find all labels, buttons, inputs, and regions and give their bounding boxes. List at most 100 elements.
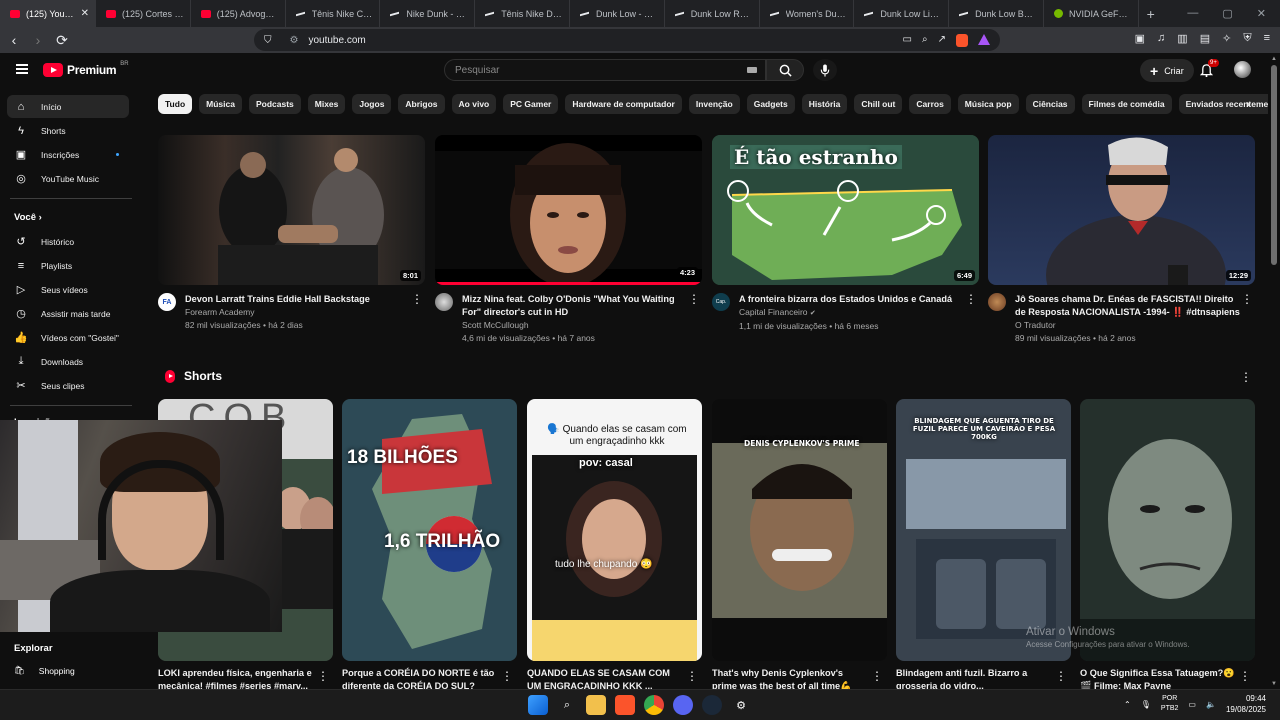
- minimize-icon[interactable]: —: [1187, 7, 1198, 20]
- settings-icon[interactable]: ⚙: [731, 695, 751, 715]
- new-tab-icon[interactable]: +: [1139, 6, 1163, 22]
- browser-tab[interactable]: Dunk Low Retro: [665, 0, 760, 27]
- filter-chip[interactable]: Ao vivo: [451, 94, 497, 114]
- cast-icon[interactable]: ▭: [903, 34, 912, 47]
- browser-tab[interactable]: (125) Cortes do Flow: [96, 0, 191, 27]
- sidebar-item-like[interactable]: 👍 Vídeos com "Gostei": [7, 326, 129, 349]
- vpn-icon[interactable]: ⛨: [1243, 32, 1251, 45]
- create-button[interactable]: + Criar: [1140, 59, 1194, 82]
- site-info-icon[interactable]: ⚙: [290, 35, 299, 46]
- filter-chip[interactable]: Filmes de comédia: [1081, 94, 1172, 114]
- system-clock[interactable]: 09:44 19/08/2025: [1226, 693, 1266, 715]
- search-box[interactable]: [444, 59, 766, 81]
- scroll-down-icon[interactable]: ▼: [1271, 681, 1277, 687]
- forward-icon[interactable]: ›: [28, 32, 48, 48]
- url-text[interactable]: youtube.com: [308, 35, 365, 46]
- filter-chip[interactable]: Podcasts: [248, 94, 301, 114]
- filter-chip[interactable]: Carros: [909, 94, 951, 114]
- back-icon[interactable]: ‹: [4, 32, 24, 48]
- short-thumbnail[interactable]: 18 BILHÕES 1,6 TRILHÃO: [342, 399, 517, 661]
- file-explorer-icon[interactable]: [586, 695, 606, 715]
- filter-chip[interactable]: Invenção: [688, 94, 740, 114]
- more-actions-icon[interactable]: ⋮: [965, 293, 977, 305]
- browser-tab[interactable]: Dunk Low Light S: [854, 0, 950, 27]
- browser-tab[interactable]: Dunk Low - Nike: [570, 0, 665, 27]
- you-section-heading[interactable]: Você ›: [14, 212, 42, 223]
- sidebar-item-playlists[interactable]: ≡ Playlists: [7, 254, 129, 277]
- browser-tab[interactable]: NVIDIA GeForce: [1044, 0, 1139, 27]
- search-input[interactable]: [455, 64, 735, 76]
- short-thumbnail[interactable]: DENIS CYPLENKOV'S PRIME: [712, 399, 887, 661]
- filter-chip[interactable]: PC Gamer: [503, 94, 559, 114]
- channel-name[interactable]: O Tradutor: [1015, 319, 1240, 332]
- short-card[interactable]: 18 BILHÕES 1,6 TRILHÃO Porque a CORÉIA D…: [342, 399, 517, 693]
- reload-icon[interactable]: ⟳: [52, 32, 72, 49]
- sidebar-item-music[interactable]: ◎ YouTube Music: [7, 167, 129, 190]
- video-card[interactable]: 8:01 FA Devon Larratt Trains Eddie Hall …: [158, 135, 425, 332]
- sidebar-item-your-videos[interactable]: ▷ Seus vídeos: [7, 278, 129, 301]
- channel-avatar[interactable]: FA: [158, 293, 176, 311]
- video-title[interactable]: A fronteira bizarra dos Estados Unidos e…: [739, 293, 964, 306]
- scrollbar-thumb[interactable]: [1271, 65, 1277, 265]
- bookmark-icon[interactable]: ⛉: [264, 35, 272, 46]
- filter-chip[interactable]: Enviados recentemente: [1178, 94, 1280, 114]
- more-actions-icon[interactable]: ⋮: [411, 293, 423, 305]
- menu-icon[interactable]: ≡: [1264, 32, 1270, 45]
- filter-chip[interactable]: Ciências: [1025, 94, 1075, 114]
- filter-chip[interactable]: Tudo: [158, 94, 193, 114]
- channel-name[interactable]: Scott McCullough: [462, 319, 687, 332]
- sidebar-item-clips[interactable]: ✂ Seus clipes: [7, 374, 129, 397]
- browser-tab[interactable]: (125) Advogado comenta: [191, 0, 286, 27]
- sidebar-item-shopping[interactable]: 🛍 Shopping: [14, 665, 75, 676]
- browser-tab[interactable]: (125) YouTube ✕: [0, 0, 96, 27]
- close-tab-icon[interactable]: ✕: [81, 8, 89, 19]
- video-card[interactable]: 12:29 Jô Soares chama Dr. Enéas de FASCI…: [988, 135, 1255, 345]
- more-actions-icon[interactable]: ⋮: [686, 669, 698, 683]
- close-window-icon[interactable]: ✕: [1257, 7, 1266, 20]
- hamburger-menu-icon[interactable]: [16, 64, 28, 74]
- video-card[interactable]: 4:23 Mizz Nina feat. Colby O'Donis "What…: [435, 135, 702, 345]
- short-thumbnail[interactable]: 🗣️ Quando elas se casam com um engraçadi…: [527, 399, 702, 661]
- wallet-icon[interactable]: ▤: [1200, 32, 1210, 45]
- browser-tab[interactable]: Nike Dunk - Prod: [380, 0, 476, 27]
- filter-chip[interactable]: Música pop: [957, 94, 1019, 114]
- channel-avatar[interactable]: Cap.: [712, 293, 730, 311]
- channel-name[interactable]: Capital Financeiro ✔: [739, 306, 964, 320]
- ai-icon[interactable]: ✧: [1222, 32, 1231, 45]
- video-title[interactable]: Devon Larratt Trains Eddie Hall Backstag…: [185, 293, 410, 306]
- language-indicator[interactable]: POR PTB2: [1161, 694, 1179, 714]
- browser-tab[interactable]: Dunk Low Baroq: [949, 0, 1044, 27]
- shorts-more-icon[interactable]: ⋮: [1240, 370, 1252, 384]
- sidebar-item-history[interactable]: ↺ Histórico: [7, 230, 129, 253]
- more-actions-icon[interactable]: ⋮: [1055, 669, 1067, 683]
- address-bar[interactable]: ⛉ ⚙ youtube.com ▭ ⌕ ↗: [254, 29, 1000, 51]
- more-actions-icon[interactable]: ⋮: [1239, 669, 1251, 683]
- media-icon[interactable]: ♫: [1157, 32, 1165, 45]
- account-avatar[interactable]: [1234, 61, 1251, 78]
- screenshot-icon[interactable]: ▣: [1135, 32, 1145, 45]
- more-actions-icon[interactable]: ⋮: [871, 669, 883, 683]
- chip-next-icon[interactable]: ›: [1246, 97, 1250, 111]
- short-card[interactable]: 🗣️ Quando elas se casam com um engraçadi…: [527, 399, 702, 693]
- maximize-icon[interactable]: ▢: [1222, 7, 1232, 20]
- channel-name[interactable]: Forearm Academy: [185, 306, 410, 319]
- video-title[interactable]: Jô Soares chama Dr. Enéas de FASCISTA!! …: [1015, 293, 1240, 319]
- sidebar-icon[interactable]: ▥: [1177, 32, 1187, 45]
- filter-chip[interactable]: História: [801, 94, 848, 114]
- filter-chip[interactable]: Abrigos: [398, 94, 445, 114]
- chrome-icon[interactable]: [644, 695, 664, 715]
- sidebar-item-home[interactable]: ⌂ Início: [7, 95, 129, 118]
- keyboard-icon[interactable]: [747, 67, 757, 73]
- sidebar-item-shorts[interactable]: ϟ Shorts: [7, 119, 129, 142]
- filter-chip[interactable]: Música: [199, 94, 242, 114]
- sidebar-item-watch-later[interactable]: ◷ Assistir mais tarde: [7, 302, 129, 325]
- video-thumbnail[interactable]: 4:23: [435, 135, 702, 285]
- tray-expand-icon[interactable]: ⌃: [1124, 700, 1131, 709]
- search-icon[interactable]: ⌕: [557, 695, 577, 715]
- filter-chip[interactable]: Jogos: [352, 94, 392, 114]
- more-actions-icon[interactable]: ⋮: [501, 669, 513, 683]
- youtube-logo[interactable]: Premium BR: [43, 61, 129, 77]
- scroll-up-icon[interactable]: ▲: [1271, 56, 1277, 62]
- brave-shields-icon[interactable]: [956, 33, 968, 47]
- network-icon[interactable]: ▭: [1188, 700, 1196, 709]
